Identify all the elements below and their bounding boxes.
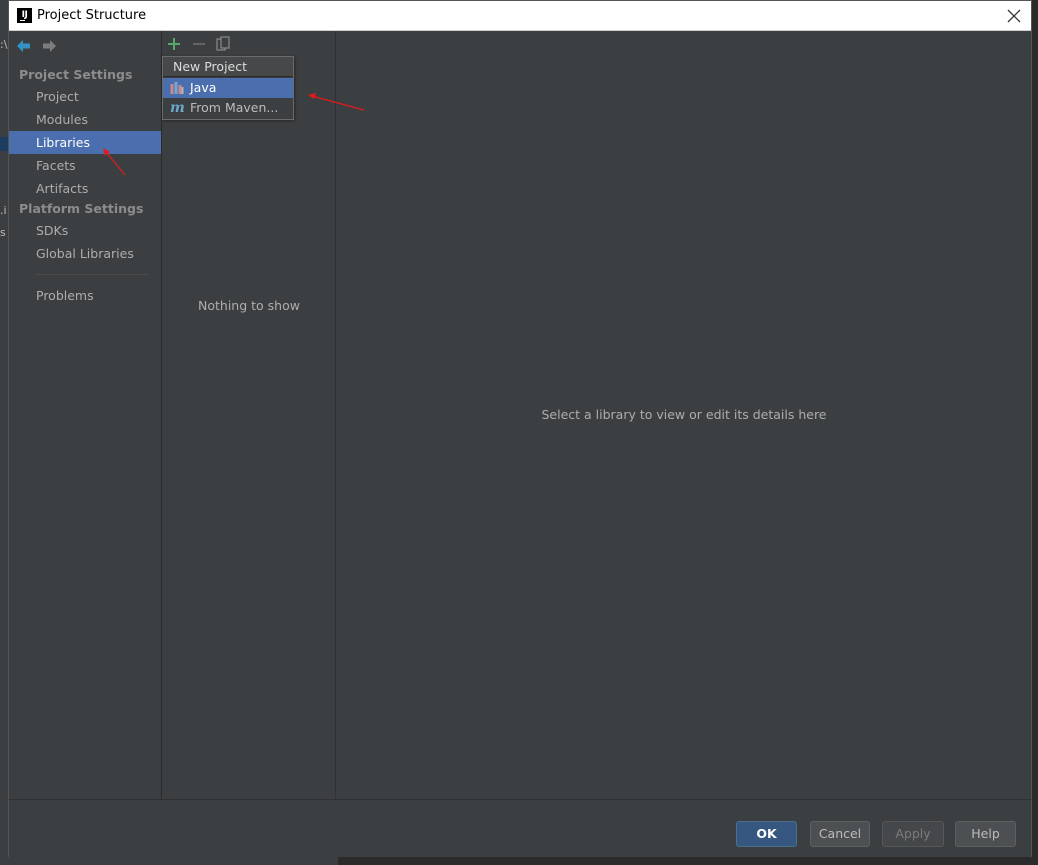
sidebar-item-global-libraries[interactable]: Global Libraries <box>9 242 161 265</box>
minus-icon <box>193 43 205 45</box>
sidebar-divider <box>35 274 149 275</box>
project-structure-dialog: IJ Project Structure Project Settings Pr… <box>8 0 1032 857</box>
back-arrow-icon <box>17 40 30 52</box>
background-text-fragment: :\ <box>0 38 8 51</box>
window-title: Project Structure <box>37 8 147 23</box>
back-button[interactable] <box>16 38 32 54</box>
apply-button[interactable]: Apply <box>882 821 944 847</box>
sidebar-item-modules[interactable]: Modules <box>9 108 161 131</box>
sidebar-item-libraries[interactable]: Libraries <box>9 131 161 154</box>
intellij-logo-icon: IJ <box>17 8 32 23</box>
library-details-panel: Select a library to view or edit its det… <box>337 31 1031 799</box>
new-project-library-popup: New Project Library Java m From Maven... <box>162 56 294 120</box>
library-list-panel: Nothing to show <box>162 31 336 799</box>
background-selection-marker <box>0 137 8 151</box>
title-bar: IJ Project Structure <box>9 1 1031 31</box>
cancel-button[interactable]: Cancel <box>810 821 870 847</box>
sidebar-item-sdks[interactable]: SDKs <box>9 219 161 242</box>
background-window-bottom <box>0 857 1038 865</box>
settings-sidebar: Project Settings Project Modules Librari… <box>9 31 162 799</box>
help-button[interactable]: Help <box>955 821 1016 847</box>
popup-item-java[interactable]: Java <box>163 78 293 98</box>
copy-icon <box>216 36 230 51</box>
popup-title: New Project Library <box>163 57 293 94</box>
popup-item-label: From Maven... <box>190 100 279 115</box>
sidebar-item-artifacts[interactable]: Artifacts <box>9 177 161 200</box>
details-placeholder: Select a library to view or edit its det… <box>541 407 827 422</box>
sidebar-item-problems[interactable]: Problems <box>9 284 161 307</box>
platform-settings-header: Platform Settings <box>19 201 144 216</box>
empty-library-message: Nothing to show <box>198 298 300 313</box>
copy-library-button[interactable] <box>214 35 232 53</box>
ok-button[interactable]: OK <box>736 821 797 847</box>
java-library-icon <box>170 82 184 94</box>
remove-library-button[interactable] <box>190 35 208 53</box>
sidebar-item-project[interactable]: Project <box>9 85 161 108</box>
close-icon <box>1007 9 1021 23</box>
sidebar-item-facets[interactable]: Facets <box>9 154 161 177</box>
maven-icon: m <box>170 100 185 116</box>
plus-icon <box>168 38 180 50</box>
background-window-strip <box>0 0 8 865</box>
forward-arrow-icon <box>43 40 56 52</box>
popup-item-label: Java <box>190 80 217 95</box>
forward-button[interactable] <box>41 38 57 54</box>
close-button[interactable] <box>1003 5 1025 27</box>
background-text-fragment: .i <box>0 204 7 217</box>
background-window-bottom-strip <box>0 857 338 865</box>
popup-item-from-maven[interactable]: m From Maven... <box>163 98 293 118</box>
project-settings-header: Project Settings <box>19 67 133 82</box>
dialog-footer: OK Cancel Apply Help <box>9 799 1031 857</box>
background-text-fragment: s <box>0 226 6 239</box>
add-library-button[interactable] <box>165 35 183 53</box>
